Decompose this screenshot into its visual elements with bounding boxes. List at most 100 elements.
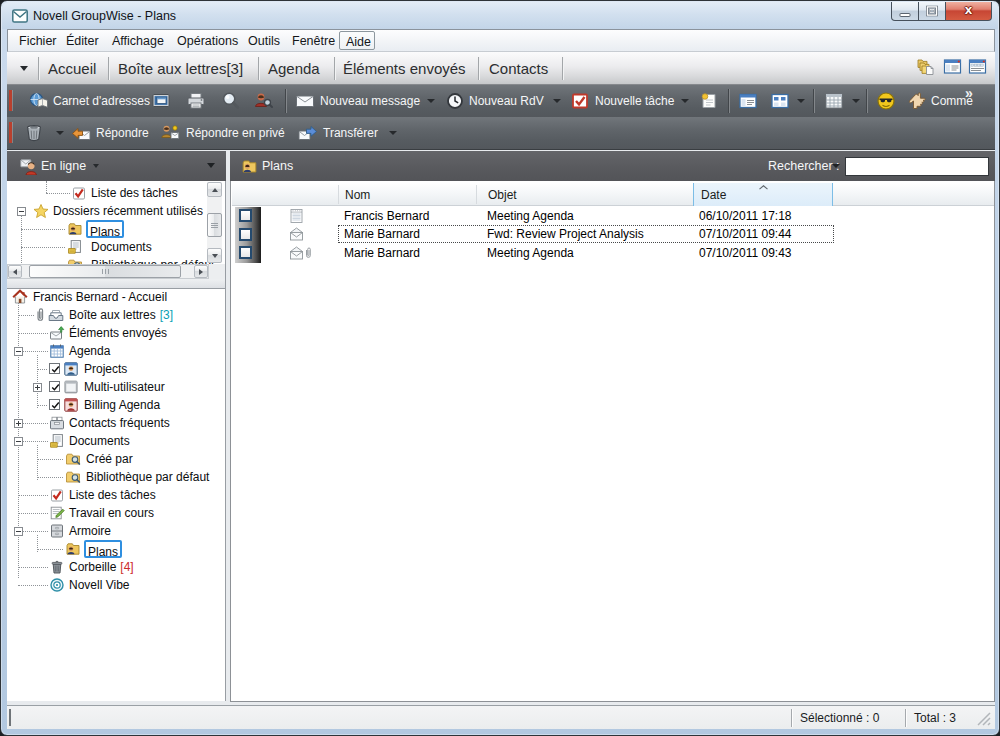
- tree-item-accueil[interactable]: Francis Bernard - Accueil: [7, 288, 225, 306]
- tree-item-corbeille[interactable]: Corbeille[4]: [7, 558, 225, 576]
- tab-agenda[interactable]: Agenda: [268, 60, 320, 77]
- address-book-button[interactable]: Carnet d'adresses: [53, 94, 150, 108]
- reply-icon[interactable]: [71, 123, 91, 143]
- new-message-icon[interactable]: [295, 91, 315, 111]
- tree-item-contacts-frequents[interactable]: Contacts fréquents: [7, 414, 225, 432]
- panel-view-icon[interactable]: [943, 57, 962, 76]
- tree-item-liste-des-taches[interactable]: Liste des tâches: [7, 486, 225, 504]
- column-date[interactable]: Date: [693, 183, 833, 206]
- menu-affichage[interactable]: Affichage: [112, 33, 164, 49]
- column-objet[interactable]: Objet: [488, 188, 517, 202]
- panel-window-icon[interactable]: [738, 91, 758, 111]
- new-task-icon[interactable]: [570, 91, 590, 111]
- new-appointment-button[interactable]: Nouveau RdV: [469, 94, 544, 108]
- new-appointment-dropdown[interactable]: [553, 99, 561, 103]
- maximize-button[interactable]: [918, 2, 946, 21]
- scroll-thumb[interactable]: [29, 265, 181, 278]
- notify-icon[interactable]: [876, 91, 896, 111]
- expand-expander[interactable]: [14, 419, 23, 428]
- address-book-icon[interactable]: [29, 91, 49, 111]
- message-row-selected[interactable]: Marie Barnard Fwd: Review Project Analys…: [231, 225, 994, 244]
- new-appointment-icon[interactable]: [445, 91, 465, 111]
- calendar-view-dropdown[interactable]: [852, 99, 860, 103]
- scroll-down-button[interactable]: [207, 248, 222, 263]
- tree-item-cree-par[interactable]: Créé par: [7, 450, 225, 468]
- tree-item-bibliotheque-recent[interactable]: Bibliothèque par défaut: [7, 256, 225, 264]
- collapse-expander[interactable]: [14, 527, 23, 536]
- tree-item-bibliotheque[interactable]: Bibliothèque par défaut: [7, 468, 225, 486]
- online-mode-dropdown[interactable]: [93, 164, 99, 168]
- panel-splitter[interactable]: [7, 279, 226, 288]
- tree-item-elements-envoyes[interactable]: Éléments envoyés: [7, 324, 225, 342]
- calendar-view-icon[interactable]: [824, 91, 844, 111]
- tree-item-liste-des-taches[interactable]: Liste des tâches: [7, 184, 225, 202]
- tree-item-plans-recent[interactable]: Plans: [7, 220, 225, 238]
- menu-outils[interactable]: Outils: [248, 33, 280, 49]
- new-task-dropdown[interactable]: [681, 99, 689, 103]
- printer-icon[interactable]: [186, 91, 206, 111]
- delete-icon[interactable]: [24, 123, 44, 143]
- scroll-up-button[interactable]: [207, 182, 222, 197]
- delete-dropdown[interactable]: [56, 131, 64, 135]
- calendar-checkbox[interactable]: [49, 399, 60, 410]
- collapse-expander[interactable]: [14, 437, 23, 446]
- tree-item-boite-aux-lettres[interactable]: Boîte aux lettres[3]: [7, 306, 225, 324]
- panel-menu-dropdown[interactable]: [207, 163, 215, 168]
- toolbar-overflow-chevron[interactable]: »: [965, 85, 973, 101]
- scroll-thumb[interactable]: [207, 213, 222, 237]
- menu-fichier[interactable]: Fichier: [19, 33, 57, 49]
- menu-aide[interactable]: Aide: [339, 31, 375, 50]
- forward-icon[interactable]: [298, 123, 318, 143]
- tab-elements-envoyes[interactable]: Éléments envoyés: [343, 60, 466, 77]
- tree-item-novell-vibe[interactable]: Novell Vibe: [7, 576, 225, 594]
- message-row[interactable]: Francis Bernard Meeting Agenda 06/10/201…: [231, 207, 994, 226]
- new-note-icon[interactable]: [699, 91, 719, 111]
- find-user-icon[interactable]: [253, 91, 273, 111]
- tab-contacts[interactable]: Contacts: [489, 60, 548, 77]
- panel-grid-icon[interactable]: [770, 91, 790, 111]
- title-bar[interactable]: Novell GroupWise - Plans x: [2, 2, 998, 29]
- toolbar-grip[interactable]: [9, 90, 12, 111]
- reply-private-icon[interactable]: [160, 123, 180, 143]
- tab-accueil[interactable]: Accueil: [48, 60, 96, 77]
- reply-button[interactable]: Répondre: [96, 126, 149, 140]
- online-mode-header[interactable]: En ligne: [7, 151, 226, 181]
- new-message-dropdown[interactable]: [427, 99, 435, 103]
- grid-view-icon[interactable]: [968, 57, 987, 76]
- tree-item-billing-agenda[interactable]: Billing Agenda: [7, 396, 225, 414]
- minitree-horizontal-scrollbar[interactable]: [7, 264, 209, 279]
- new-task-button[interactable]: Nouvelle tâche: [595, 94, 674, 108]
- search-input[interactable]: [845, 157, 989, 176]
- search-dropdown[interactable]: [832, 164, 840, 168]
- menu-fenetre[interactable]: Fenêtre: [292, 33, 335, 49]
- toolbar-grip[interactable]: [9, 122, 12, 143]
- tree-item-dossiers-recents[interactable]: Dossiers récemment utilisés: [7, 202, 225, 220]
- collapse-expander[interactable]: [14, 347, 23, 356]
- scroll-left-button[interactable]: [8, 265, 22, 278]
- tree-item-travail-en-cours[interactable]: Travail en cours: [7, 504, 225, 522]
- menu-operations[interactable]: Opérations: [177, 33, 238, 49]
- panel-grid-dropdown[interactable]: [797, 99, 805, 103]
- expand-expander[interactable]: [33, 383, 42, 392]
- scroll-right-button[interactable]: [194, 265, 208, 278]
- new-message-button[interactable]: Nouveau message: [320, 94, 420, 108]
- properties-icon[interactable]: [151, 91, 171, 111]
- close-button[interactable]: x: [945, 2, 992, 21]
- tab-dropdown-button[interactable]: [20, 66, 28, 71]
- resize-grip-icon[interactable]: [974, 709, 991, 726]
- message-row[interactable]: Marie Barnard Meeting Agenda 07/10/2011 …: [231, 244, 994, 263]
- tree-item-projects[interactable]: Projects: [7, 360, 225, 378]
- tree-item-multi-utilisateur[interactable]: Multi-utilisateur: [7, 378, 225, 396]
- forward-dropdown[interactable]: [389, 131, 397, 135]
- tree-item-armoire[interactable]: Armoire: [7, 522, 225, 540]
- reply-private-button[interactable]: Répondre en privé: [186, 126, 285, 140]
- search-icon[interactable]: [221, 91, 241, 111]
- tab-boite-aux-lettres[interactable]: Boîte aux lettres[3]: [118, 60, 243, 77]
- forward-button[interactable]: Transférer: [323, 126, 378, 140]
- folder-list-icon[interactable]: [916, 57, 935, 76]
- minimize-button[interactable]: [891, 2, 919, 21]
- tree-item-documents-recent[interactable]: Documents: [7, 238, 225, 256]
- tree-item-documents[interactable]: Documents: [7, 432, 225, 450]
- calendar-checkbox[interactable]: [49, 363, 60, 374]
- column-nom[interactable]: Nom: [345, 188, 370, 202]
